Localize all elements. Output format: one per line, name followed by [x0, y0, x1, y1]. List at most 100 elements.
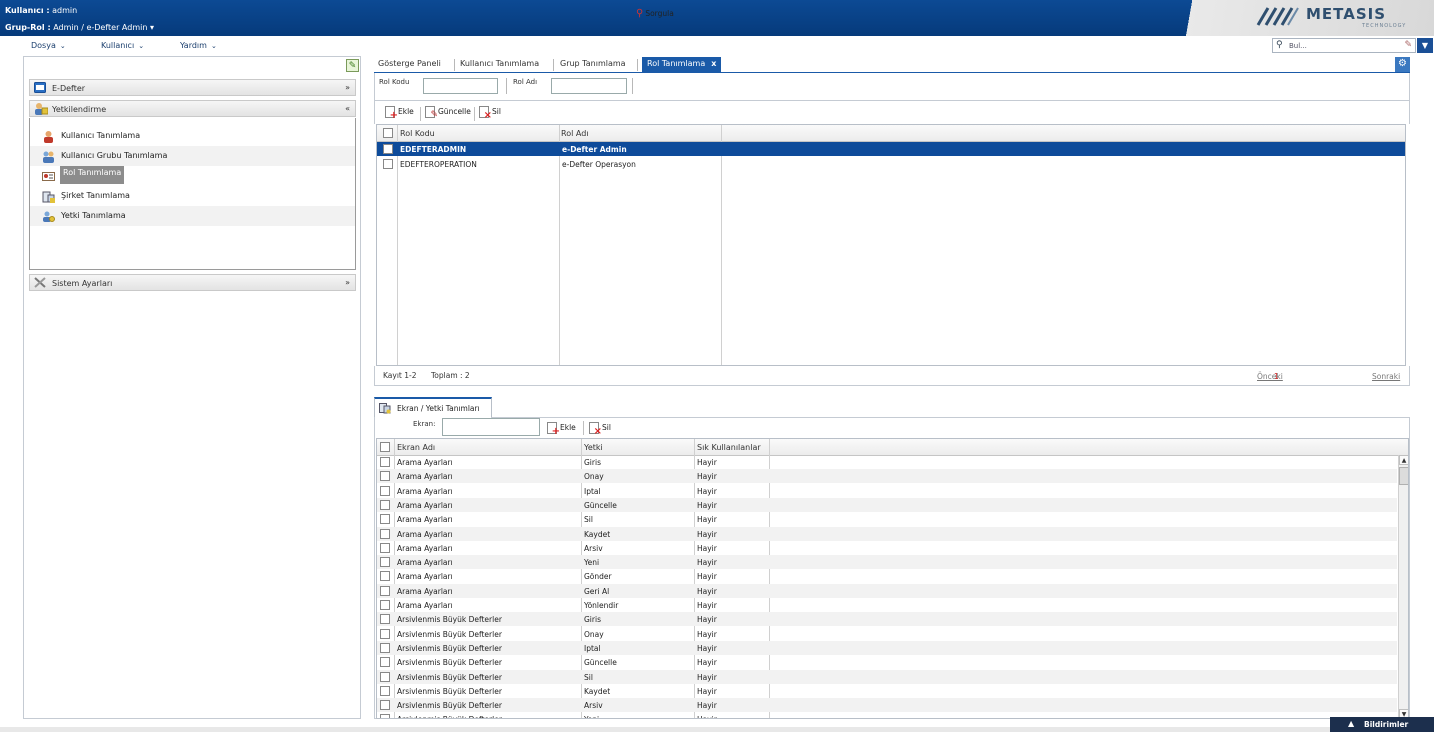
- sidebar-item-kullanici-tanimlama[interactable]: Kullanıcı Tanımlama: [30, 126, 355, 146]
- edit-icon[interactable]: ✎: [346, 59, 359, 72]
- table-row[interactable]: Arsivlenmis Büyük Defterler Sil Hayir: [377, 669, 1397, 684]
- row-checkbox[interactable]: [380, 657, 390, 668]
- select-all-checkbox[interactable]: [383, 128, 393, 138]
- table-row[interactable]: Arama Ayarları Kaydet Hayir: [377, 526, 1397, 541]
- tab-ekran-yetki[interactable]: Ekran / Yetki Tanımları: [374, 397, 492, 417]
- scroll-up-icon[interactable]: ▲: [1399, 455, 1408, 465]
- scroll-thumb[interactable]: [1399, 467, 1408, 485]
- column-header-rol-kodu[interactable]: Rol Kodu: [400, 129, 435, 138]
- pager: Kayıt 1-2 Toplam : 2 Önceki 1 Sonraki: [374, 366, 1410, 386]
- sidebar-item-kullanici-grubu[interactable]: Kullanıcı Grubu Tanımlama: [30, 146, 355, 166]
- tab-grup-tanimlama[interactable]: Grup Tanımlama: [560, 59, 626, 68]
- row-checkbox[interactable]: [380, 514, 390, 525]
- menu-dosya[interactable]: Dosya ⌄: [31, 41, 66, 50]
- row-checkbox[interactable]: [380, 485, 390, 496]
- table-row[interactable]: Arama Ayarları Iptal Hayir: [377, 484, 1397, 498]
- table-row[interactable]: Arsivlenmis Büyük Defterler Kaydet Hayir: [377, 684, 1397, 698]
- pencil-icon[interactable]: ✎: [1404, 40, 1412, 50]
- column-header-rol-adi[interactable]: Rol Adı: [561, 129, 589, 138]
- close-icon[interactable]: x: [711, 59, 716, 68]
- tab-gosterge-paneli[interactable]: Gösterge Paneli: [378, 59, 441, 68]
- add-document-icon: [547, 422, 560, 437]
- tab-kullanici-tanimlama[interactable]: Kullanıcı Tanımlama: [460, 59, 539, 68]
- table-row[interactable]: Arsivlenmis Büyük Defterler Yeni Hayir: [377, 712, 1397, 718]
- table-row[interactable]: Arama Ayarları Güncelle Hayir: [377, 497, 1397, 512]
- query-button[interactable]: ⚲ Sorgula: [636, 8, 674, 19]
- cell-yetki: Yeni: [584, 558, 600, 568]
- row-checkbox[interactable]: [380, 614, 390, 625]
- cell-sik-kullanilanlar: Hayir: [697, 543, 717, 553]
- table-row[interactable]: Arsivlenmis Büyük Defterler Giris Hayir: [377, 612, 1397, 627]
- row-checkbox[interactable]: [380, 585, 390, 596]
- role-info[interactable]: Grup-Rol : Admin / e-Defter Admin ▾: [5, 23, 154, 32]
- row-checkbox[interactable]: [380, 714, 390, 718]
- cell-yetki: Arsiv: [584, 701, 603, 711]
- gear-icon[interactable]: ⚙: [1395, 57, 1410, 72]
- add-permission-button[interactable]: Ekle: [547, 422, 576, 437]
- row-checkbox[interactable]: [380, 700, 390, 711]
- table-row[interactable]: Arama Ayarları Gönder Hayir: [377, 569, 1397, 583]
- search-dropdown-button[interactable]: ▼: [1417, 38, 1433, 53]
- column-header-yetki[interactable]: Yetki: [584, 443, 603, 452]
- notifications-button[interactable]: ▲ Bildirimler: [1330, 717, 1434, 732]
- section-sistem-ayarlari[interactable]: Sistem Ayarları »: [29, 274, 356, 291]
- table-row[interactable]: Arama Ayarları Geri Al Hayir: [377, 583, 1397, 598]
- cell-sik-kullanilanlar: Hayir: [697, 572, 717, 582]
- row-checkbox[interactable]: [380, 671, 390, 682]
- row-checkbox[interactable]: [380, 457, 390, 467]
- delete-button[interactable]: Sil: [479, 106, 501, 121]
- delete-permission-button[interactable]: Sil: [589, 422, 611, 437]
- row-checkbox[interactable]: [380, 571, 390, 582]
- table-row[interactable]: Arsivlenmis Büyük Defterler Onay Hayir: [377, 627, 1397, 641]
- row-checkbox[interactable]: [380, 557, 390, 568]
- tab-rol-tanimlama[interactable]: Rol Tanımlama x: [642, 57, 722, 72]
- table-row[interactable]: Arama Ayarları Arsiv Hayir: [377, 541, 1397, 555]
- sidebar-item-sirket-tanimlama[interactable]: Şirket Tanımlama: [30, 186, 355, 206]
- row-checkbox[interactable]: [380, 499, 390, 510]
- chevron-down-icon: ⌄: [210, 42, 217, 50]
- rol-adi-input[interactable]: [551, 78, 627, 94]
- search-icon: ⚲: [1276, 40, 1283, 50]
- column-header-sik-kullanilanlar[interactable]: Sık Kullanılanlar: [697, 443, 761, 452]
- user-value: admin: [52, 6, 78, 15]
- cell-sik-kullanilanlar: Hayir: [697, 615, 717, 625]
- table-row[interactable]: Arama Ayarları Sil Hayir: [377, 512, 1397, 526]
- table-row[interactable]: Arsivlenmis Büyük Defterler Iptal Hayir: [377, 640, 1397, 655]
- add-button[interactable]: Ekle: [385, 106, 414, 121]
- table-row[interactable]: Arama Ayarları Onay Hayir: [377, 469, 1397, 484]
- table-row[interactable]: Arama Ayarları Yeni Hayir: [377, 555, 1397, 570]
- search-input[interactable]: ⚲ Bul... ✎: [1272, 38, 1416, 53]
- menu-kullanici[interactable]: Kullanıcı ⌄: [101, 41, 144, 50]
- row-checkbox[interactable]: [380, 628, 390, 639]
- row-checkbox[interactable]: [383, 159, 393, 169]
- menu-yardim[interactable]: Yardım ⌄: [180, 41, 217, 50]
- table-row[interactable]: Arama Ayarları Yönlendir Hayir: [377, 598, 1397, 612]
- cell-sik-kullanilanlar: Hayir: [697, 529, 717, 539]
- vertical-scrollbar[interactable]: ▲ ▼: [1398, 455, 1408, 718]
- table-row[interactable]: Arama Ayarları Giris Hayir: [377, 455, 1397, 469]
- row-checkbox[interactable]: [380, 600, 390, 610]
- section-e-defter[interactable]: E-Defter »: [29, 79, 356, 96]
- table-row[interactable]: Arsivlenmis Büyük Defterler Güncelle Hayir: [377, 655, 1397, 669]
- row-checkbox[interactable]: [380, 642, 390, 653]
- section-yetkilendirme[interactable]: Yetkilendirme «: [29, 100, 356, 117]
- cell-ekran-adi: Arama Ayarları: [397, 601, 453, 610]
- row-checkbox[interactable]: [380, 471, 390, 482]
- row-checkbox[interactable]: [383, 144, 393, 154]
- sidebar-item-rol-tanimlama[interactable]: Rol Tanımlama: [30, 166, 355, 186]
- select-all-checkbox[interactable]: [380, 442, 390, 452]
- update-button[interactable]: Güncelle: [425, 106, 471, 120]
- table-row[interactable]: EDEFTEROPERATION e-Defter Operasyon: [377, 157, 1405, 171]
- screen-input[interactable]: [442, 418, 540, 436]
- column-header-ekran-adi[interactable]: Ekran Adı: [397, 443, 435, 452]
- next-page-link[interactable]: Sonraki: [1372, 372, 1400, 381]
- row-checkbox[interactable]: [380, 542, 390, 553]
- cell-yetki: Iptal: [584, 486, 601, 496]
- row-checkbox[interactable]: [380, 685, 390, 696]
- cell-sik-kullanilanlar: Hayir: [697, 515, 717, 525]
- sidebar-item-yetki-tanimlama[interactable]: Yetki Tanımlama: [30, 206, 355, 226]
- table-row[interactable]: EDEFTERADMIN e-Defter Admin: [377, 142, 1405, 156]
- rol-kodu-input[interactable]: [423, 78, 498, 94]
- row-checkbox[interactable]: [380, 528, 390, 539]
- table-row[interactable]: Arsivlenmis Büyük Defterler Arsiv Hayir: [377, 698, 1397, 713]
